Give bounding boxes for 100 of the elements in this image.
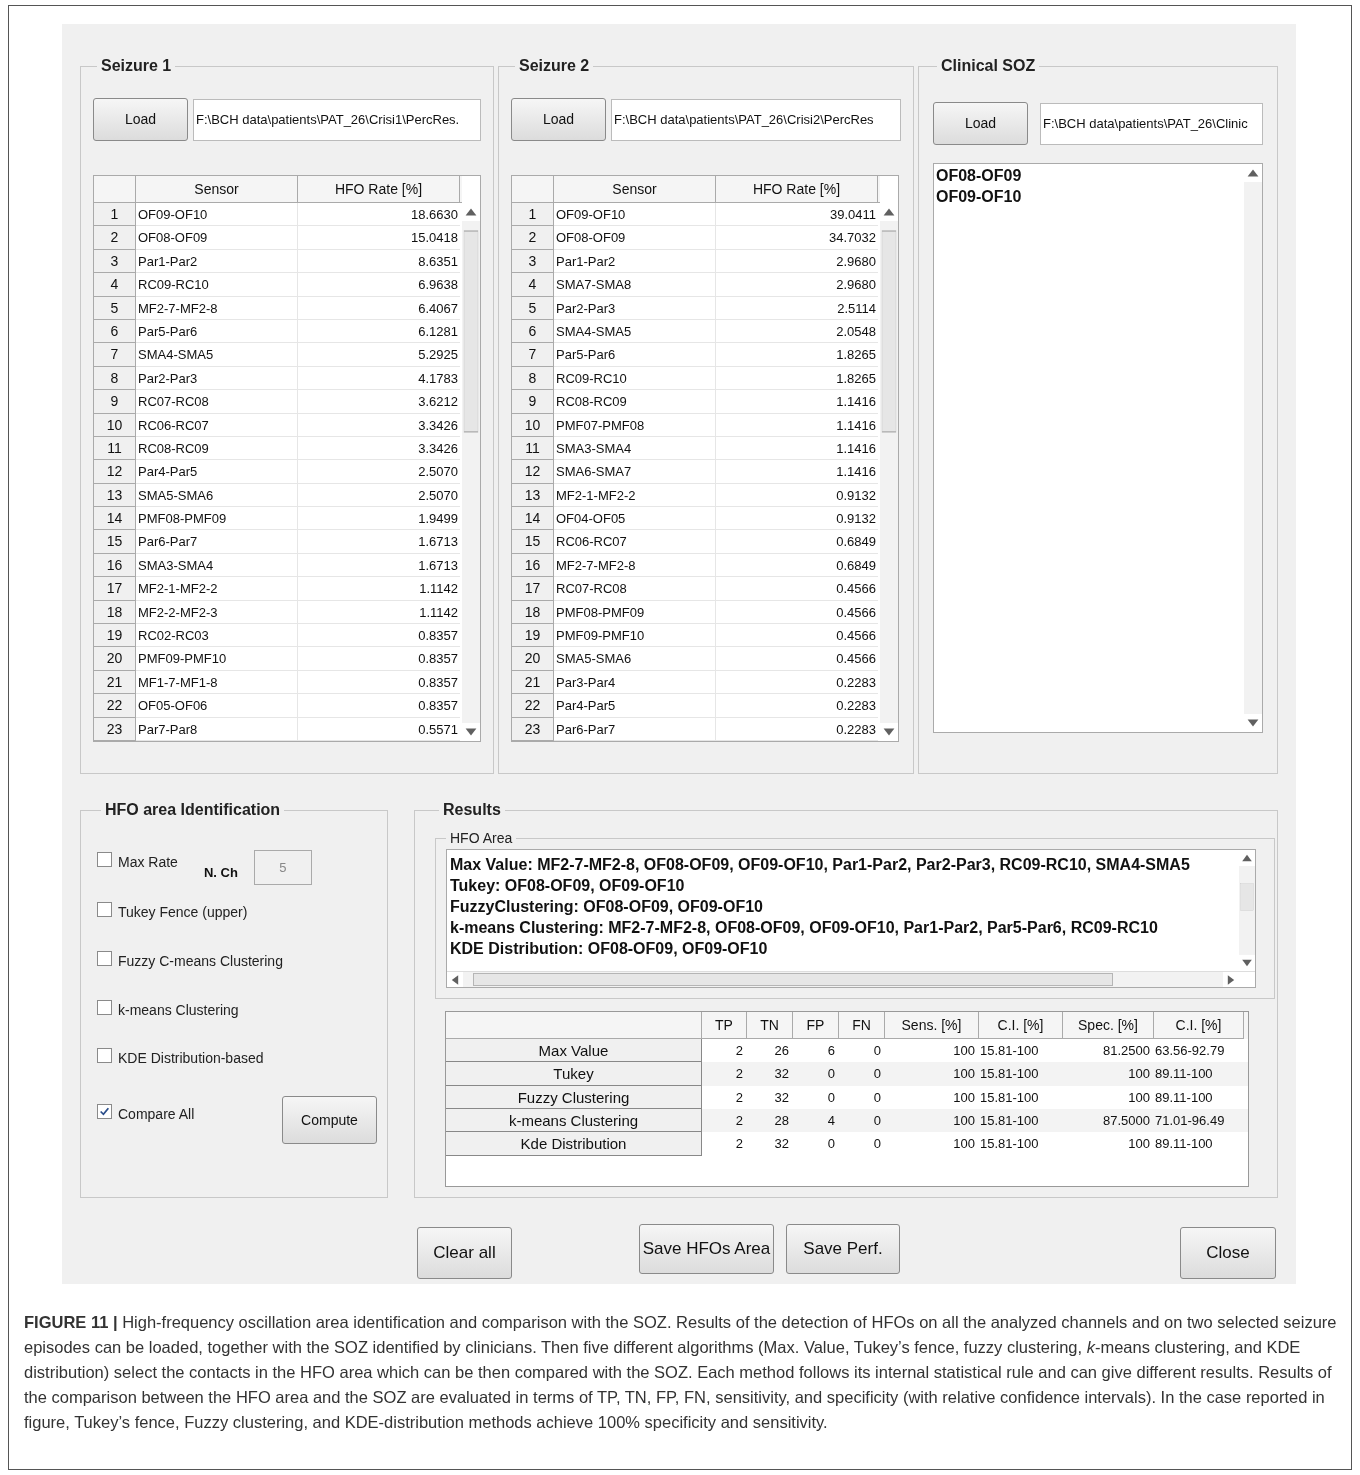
checkbox-label[interactable]: Max Rate — [118, 852, 178, 873]
row-number: 2 — [94, 226, 136, 250]
row-number: 3 — [512, 249, 554, 274]
table-cell: 6.4067 — [298, 296, 460, 320]
button[interactable]: Close — [1180, 1227, 1276, 1279]
row-number: 1 — [94, 203, 136, 227]
table-cell: 1.9499 — [298, 507, 460, 531]
row-number: 15 — [512, 530, 554, 554]
button[interactable]: Compute — [282, 1096, 377, 1144]
table-cell: 34.7032 — [716, 226, 878, 250]
table-cell-text: 4 — [826, 1112, 836, 1131]
table-cell: RC06-RC07 — [554, 530, 716, 554]
table-cell: RC09-RC10 — [554, 366, 716, 391]
row-number: 23 — [94, 717, 136, 741]
table-cell: PMF08-PMF09 — [136, 507, 298, 531]
table-cell: 1.8265 — [716, 343, 878, 367]
column-header[interactable]: Sensor — [136, 176, 298, 202]
path-field[interactable]: F:\BCH data\patients\PAT_26\Clinic — [1040, 102, 1263, 145]
table-cell: 1.8265 — [716, 366, 878, 391]
table-cell: PMF09-PMF10 — [136, 647, 298, 671]
table-cell-text: 26 — [773, 1041, 790, 1060]
column-header[interactable]: Spec. [%] — [1063, 1011, 1154, 1039]
column-header[interactable]: C.I. [%] — [979, 1011, 1063, 1039]
checkbox[interactable] — [97, 1104, 112, 1119]
table-cell: 2.9680 — [716, 273, 878, 297]
table-cell-text: 89.11-100 — [1154, 1135, 1214, 1154]
column-header[interactable]: HFO Rate [%] — [716, 176, 878, 202]
list-item[interactable]: OF08-OF09 — [936, 165, 1022, 186]
table-cell: 6.1281 — [298, 319, 460, 344]
column-header[interactable]: Sens. [%] — [885, 1011, 979, 1039]
checkbox[interactable] — [97, 1000, 112, 1015]
checkbox[interactable] — [97, 951, 112, 966]
table-cell-text: 2 — [734, 1065, 744, 1084]
table-cell: Par3-Par4 — [554, 670, 716, 695]
table-cell: RC09-RC10 — [136, 273, 298, 297]
row-number: 9 — [512, 390, 554, 414]
column-header[interactable]: Sensor — [554, 176, 716, 202]
table-cell: SMA3-SMA4 — [554, 436, 716, 461]
checkbox[interactable] — [97, 852, 112, 867]
table-cell: Par7-Par8 — [136, 717, 298, 741]
row-number: 9 — [94, 390, 136, 414]
column-header[interactable]: HFO Rate [%] — [298, 176, 460, 202]
table-cell: Par2-Par3 — [554, 296, 716, 320]
table-cell: MF2-2-MF2-3 — [136, 600, 298, 625]
button[interactable]: Clear all — [417, 1227, 512, 1279]
table-cell-text: 100 — [1127, 1065, 1151, 1084]
table-cell-text: 2 — [734, 1112, 744, 1131]
table-cell-text: 0 — [872, 1088, 882, 1107]
row-number: 7 — [512, 343, 554, 367]
checkbox[interactable] — [97, 1048, 112, 1063]
column-header[interactable]: FN — [839, 1011, 885, 1039]
table-cell: 6.9638 — [298, 273, 460, 297]
table-cell-text: 87.5000 — [1102, 1112, 1151, 1131]
checkbox-label[interactable]: Compare All — [118, 1104, 195, 1125]
row-number: 5 — [94, 296, 136, 320]
column-header[interactable]: TN — [747, 1011, 793, 1039]
list-item[interactable]: OF09-OF10 — [936, 186, 1022, 207]
group-title: HFO Area — [449, 829, 514, 848]
table-cell: 3.3426 — [298, 436, 460, 461]
checkbox-label[interactable]: Tukey Fence (upper) — [118, 902, 248, 923]
table-cell: 1.1416 — [716, 390, 878, 414]
table-cell: 2.5114 — [716, 296, 878, 320]
button[interactable]: Save HFOs Area — [639, 1224, 774, 1274]
checkbox-label[interactable]: KDE Distribution-based — [118, 1048, 264, 1069]
table-cell-text: 15.81-100 — [979, 1088, 1040, 1107]
row-number: 13 — [94, 483, 136, 508]
row-number: 15 — [94, 530, 136, 554]
table-cell-text: 100 — [952, 1088, 976, 1107]
path-field[interactable]: F:\BCH data\patients\PAT_26\Crisi1\PercRes. — [193, 98, 481, 141]
checkbox[interactable] — [97, 902, 112, 917]
button[interactable]: Save Perf. — [786, 1224, 900, 1274]
checkbox-label[interactable]: Fuzzy C-means Clustering — [118, 951, 283, 972]
checkbox-label[interactable]: k-means Clustering — [118, 1000, 239, 1021]
table-cell-text: 0 — [872, 1065, 882, 1084]
row-number: 4 — [512, 273, 554, 297]
column-header[interactable]: TP — [702, 1011, 747, 1039]
path-field[interactable]: F:\BCH data\patients\PAT_26\Crisi2\PercRes — [611, 98, 901, 141]
table-cell-text: 0 — [826, 1088, 836, 1107]
column-header[interactable]: FP — [793, 1011, 839, 1039]
table-cell-text: 89.11-100 — [1154, 1088, 1214, 1107]
group-title: HFO area Identification — [104, 800, 282, 820]
row-number: 6 — [512, 319, 554, 344]
table-cell: 0.8357 — [298, 624, 460, 648]
button[interactable]: Load — [511, 98, 606, 141]
table-cell: 4.1783 — [298, 366, 460, 391]
button[interactable]: Load — [93, 98, 188, 141]
table-cell: OF09-OF10 — [554, 203, 716, 227]
group-title: Results — [442, 800, 502, 820]
table-cell: RC07-RC08 — [554, 577, 716, 601]
table-cell: MF1-7-MF1-8 — [136, 670, 298, 695]
column-header[interactable]: C.I. [%] — [1154, 1011, 1244, 1039]
table-cell: RC06-RC07 — [136, 413, 298, 437]
table-cell-text: 0 — [872, 1112, 882, 1131]
table-cell: 0.2283 — [716, 670, 878, 695]
row-header: Fuzzy Clustering — [446, 1085, 702, 1110]
text-line: KDE Distribution: OF08-OF09, OF09-OF10 — [450, 939, 768, 959]
button[interactable]: Load — [933, 102, 1028, 145]
table-cell-text: 2 — [734, 1135, 744, 1154]
row-number: 14 — [512, 507, 554, 531]
table-cell: MF2-1-MF2-2 — [136, 577, 298, 601]
